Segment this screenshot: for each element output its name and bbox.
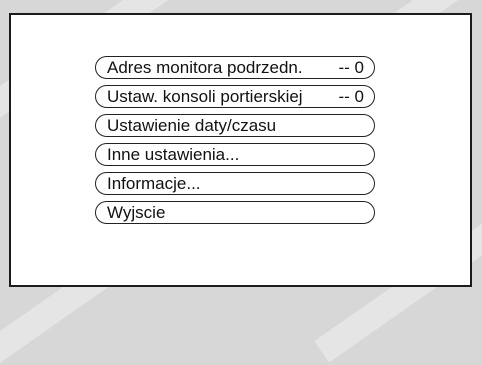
menu-item-other-settings[interactable]: Inne ustawienia... [95,143,375,166]
menu-item-information[interactable]: Informacje... [95,172,375,195]
menu-item-exit[interactable]: Wyjscie [95,201,375,224]
menu-item-label: Adres monitora podrzedn. [107,57,303,77]
monitor-screen: Adres monitora podrzedn. -- 0 Ustaw. kon… [9,13,472,287]
menu-item-label: Wyjscie [107,202,166,222]
menu-item-label: Ustawienie daty/czasu [107,115,277,135]
menu-item-label: Ustaw. konsoli portierskiej [107,86,303,106]
menu-item-value: -- 0 [338,57,365,77]
menu-item-label: Informacje... [107,173,201,193]
menu-item-label: Inne ustawienia... [107,144,240,164]
settings-menu: Adres monitora podrzedn. -- 0 Ustaw. kon… [95,56,375,230]
menu-item-concierge-console-settings[interactable]: Ustaw. konsoli portierskiej -- 0 [95,85,375,108]
menu-item-date-time-settings[interactable]: Ustawienie daty/czasu [95,114,375,137]
menu-item-value: -- 0 [338,86,365,106]
menu-item-slave-monitor-address[interactable]: Adres monitora podrzedn. -- 0 [95,56,375,79]
